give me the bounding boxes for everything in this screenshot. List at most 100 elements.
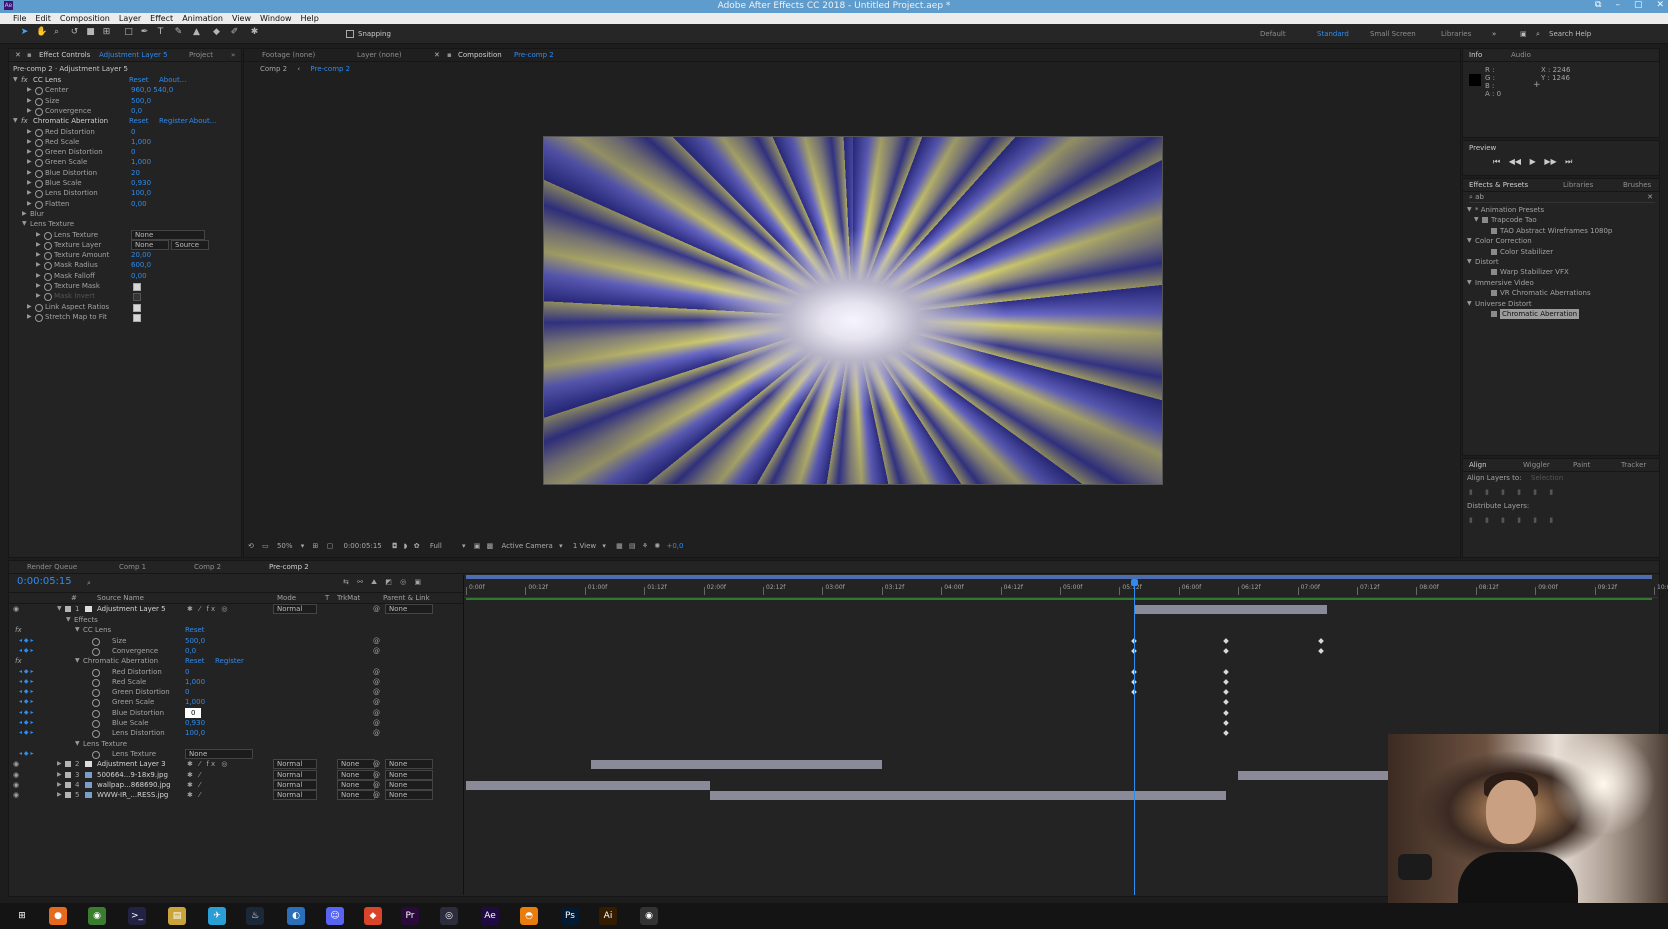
property-value[interactable]: 0,0 — [131, 106, 142, 116]
type-tool-icon[interactable]: T — [156, 28, 165, 37]
layer-name[interactable]: Adjustment Layer 3 — [97, 759, 166, 769]
property-checkbox[interactable] — [133, 303, 141, 312]
lock-icon[interactable]: ▪ — [27, 51, 32, 59]
property-checkbox[interactable] — [133, 293, 141, 302]
effect-property-row[interactable]: ▶ Blue Scale 0,930 — [11, 178, 237, 188]
effect-link-register[interactable]: Register — [159, 116, 188, 126]
property-checkbox[interactable] — [133, 313, 141, 322]
stopwatch-icon[interactable] — [35, 128, 43, 137]
timeline-property-row[interactable]: ◂ ◆ ▸ Red Distortion 0 @ — [9, 667, 463, 677]
tab-effect-controls-layer[interactable]: Adjustment Layer 5 — [99, 51, 168, 59]
property-value[interactable]: 0 — [131, 147, 135, 157]
timeline-property-row[interactable]: ◂ ◆ ▸ Green Distortion 0 @ — [9, 687, 463, 698]
fx-icon[interactable]: fx — [21, 75, 28, 85]
property-dropdown[interactable]: None — [131, 239, 169, 250]
play-button[interactable]: ▶ — [1530, 157, 1536, 166]
keyframe-diamond[interactable] — [1223, 678, 1230, 685]
disclosure-triangle-icon[interactable]: ▶ — [57, 770, 62, 780]
stopwatch-icon[interactable] — [92, 750, 100, 759]
tab-effects-presets[interactable]: Effects & Presets — [1469, 181, 1528, 189]
property-value[interactable]: 1,000 — [131, 157, 151, 167]
stopwatch-icon[interactable] — [35, 138, 43, 147]
stopwatch-icon[interactable] — [44, 283, 52, 291]
align-to-dropdown[interactable]: Selection — [1531, 473, 1563, 483]
timeline-property-row[interactable]: ◂ ◆ ▸ Lens Distortion 100,0 @ — [9, 728, 463, 739]
fx-icon[interactable]: fx — [15, 625, 22, 635]
keyframe-navigator-icon[interactable]: ◂ ◆ ▸ — [19, 677, 33, 687]
timeline-property-value[interactable]: 100,0 — [185, 728, 205, 738]
expression-pickwhip-icon[interactable]: @ — [373, 718, 380, 728]
layer-duration-bar[interactable] — [1134, 605, 1328, 614]
timeline-property-value[interactable]: 0 — [185, 707, 202, 718]
table-row[interactable]: ◉ ▶ 3 500664...9-18x9.jpg ✱ ⁄ Normal None @ None — [9, 769, 463, 780]
expression-pickwhip-icon[interactable]: @ — [373, 636, 380, 646]
tab-info[interactable]: Info — [1469, 51, 1482, 59]
disclosure-triangle-icon[interactable]: ▼ — [75, 739, 80, 749]
sync-settings-icon[interactable]: ▣ — [1520, 30, 1527, 38]
stopwatch-icon[interactable] — [92, 647, 100, 656]
tab-tracker[interactable]: Tracker — [1621, 461, 1646, 469]
keyframe-navigator-icon[interactable]: ◂ ◆ ▸ — [19, 749, 33, 759]
eye-icon[interactable]: ◉ — [13, 604, 19, 614]
show-snapshot-icon[interactable]: ◗ — [404, 542, 408, 550]
label-color-swatch[interactable] — [65, 771, 71, 778]
parent-pickwhip-icon[interactable]: @ — [373, 604, 380, 614]
snapshot-icon[interactable]: ◘ — [392, 542, 398, 550]
effect-property-row[interactable]: ▶ Green Distortion 0 — [11, 147, 237, 158]
layer-name[interactable]: 500664...9-18x9.jpg — [97, 770, 168, 780]
explorer-taskbar-icon[interactable]: ▤ — [168, 907, 186, 925]
effect-property-row[interactable]: ▶ Lens Distortion 100,0 — [11, 188, 237, 199]
expression-pickwhip-icon[interactable]: @ — [373, 728, 380, 738]
property-value[interactable]: 1,000 — [131, 137, 151, 147]
clear-search-icon[interactable]: ✕ — [1647, 192, 1653, 202]
tab-layer[interactable]: Layer (none) — [357, 51, 402, 59]
tab-composition-name[interactable]: Pre-comp 2 — [514, 51, 554, 59]
workspace-libraries[interactable]: Libraries — [1441, 30, 1471, 38]
terminal-taskbar-icon[interactable]: >_ — [128, 907, 146, 925]
disclosure-triangle-icon[interactable]: ▶ — [27, 157, 32, 167]
expression-pickwhip-icon[interactable]: @ — [373, 697, 380, 707]
menu-edit[interactable]: Edit — [35, 13, 51, 24]
timeline-link-reset[interactable]: Reset — [185, 656, 205, 666]
breadcrumb-pre-comp-2[interactable]: Pre-comp 2 — [310, 65, 350, 73]
effect-property-row[interactable]: ▶ Red Scale 1,000 — [11, 137, 237, 147]
stopwatch-icon[interactable] — [92, 699, 100, 708]
parent-pickwhip-icon[interactable]: @ — [373, 770, 380, 780]
keyframe-diamond[interactable] — [1223, 730, 1230, 737]
expression-pickwhip-icon[interactable]: @ — [373, 646, 380, 656]
stopwatch-icon[interactable] — [35, 313, 43, 322]
keyframe-diamond[interactable] — [1223, 637, 1230, 644]
effect-property-row[interactable]: ▶ Blur — [11, 209, 237, 219]
disclosure-triangle-icon[interactable]: ▶ — [57, 759, 62, 769]
disclosure-triangle-icon[interactable]: ▶ — [27, 178, 32, 188]
table-row[interactable]: ◉ ▼ 1 Adjustment Layer 5 ✱ ⁄ fx ◎ Normal @ None — [9, 604, 463, 614]
snapping-checkbox[interactable] — [346, 30, 354, 38]
tab-effect-controls[interactable]: Effect Controls — [39, 51, 90, 59]
stopwatch-icon[interactable] — [35, 97, 43, 106]
disclosure-triangle-icon[interactable]: ▶ — [57, 790, 62, 800]
disclosure-triangle-icon[interactable]: ▶ — [27, 85, 32, 95]
effect-property-row[interactable]: ▶ Flatten 0,00 — [11, 199, 237, 209]
always-preview-icon[interactable]: ⟲ — [248, 542, 254, 550]
keyframe-navigator-icon[interactable]: ◂ ◆ ▸ — [19, 718, 33, 728]
stopwatch-icon[interactable] — [92, 678, 100, 687]
timeline-property-row[interactable]: ◂ ◆ ▸ Blue Distortion 0 @ — [9, 707, 463, 718]
timeline-property-value[interactable]: 1,000 — [185, 697, 205, 707]
effect-property-row[interactable]: ▶ Red Distortion 0 — [11, 127, 237, 137]
mode-dropdown[interactable]: Normal — [273, 604, 317, 614]
mask-visibility-icon[interactable]: ▢ — [327, 542, 334, 550]
disclosure-triangle-icon[interactable]: ▼ — [13, 75, 18, 85]
mode-dropdown[interactable]: Normal — [273, 790, 317, 801]
hand-tool-icon[interactable]: ✋ — [36, 28, 47, 37]
timeline-property-value[interactable]: 0,930 — [185, 718, 205, 728]
effect-link-about[interactable]: About... — [159, 75, 186, 85]
table-row[interactable]: ◉ ▶ 5 WWW-IR_...RESS.jpg ✱ ⁄ Normal None @ None — [9, 790, 463, 801]
stopwatch-icon[interactable] — [92, 637, 100, 646]
rotate-tool-icon[interactable]: ↺ — [70, 28, 79, 37]
windows-start-taskbar-icon[interactable]: ⊞ — [13, 907, 31, 925]
fx-icon[interactable]: fx — [15, 656, 22, 666]
keyframe-navigator-icon[interactable]: ◂ ◆ ▸ — [19, 636, 33, 646]
next-frame-button[interactable]: ▶▶ — [1544, 157, 1556, 166]
tab-render-queue[interactable]: Render Queue — [27, 563, 77, 571]
property-value[interactable]: 20 — [131, 168, 140, 178]
